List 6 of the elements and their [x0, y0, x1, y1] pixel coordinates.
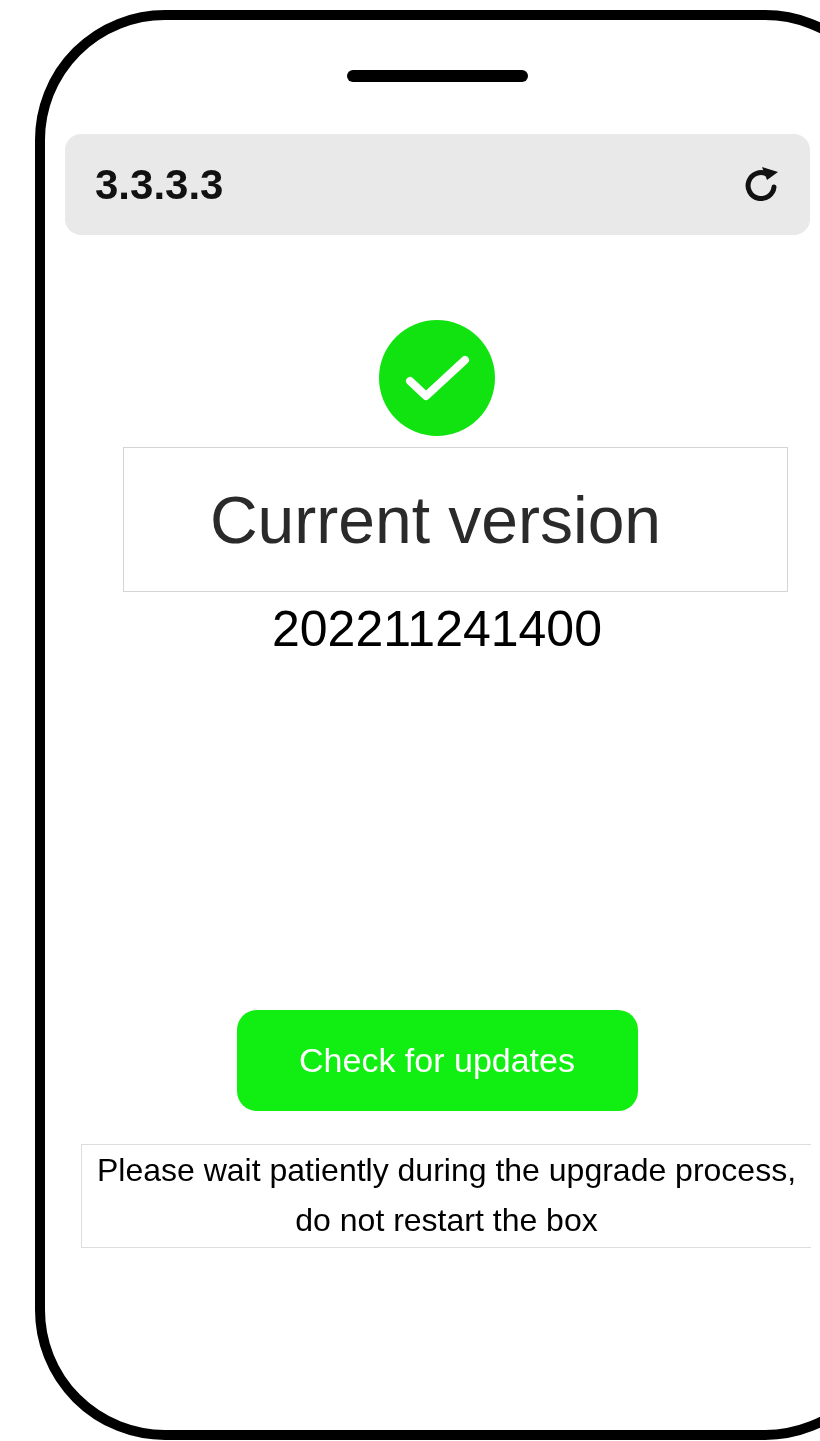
address-text: 3.3.3.3 [95, 160, 224, 209]
version-number: 202211241400 [272, 600, 602, 658]
address-bar[interactable]: 3.3.3.3 [65, 134, 810, 235]
upgrade-notice: Please wait patiently during the upgrade process, do not restart the box [81, 1144, 811, 1248]
current-version-title: Current version [209, 481, 662, 558]
check-circle-icon [379, 320, 495, 436]
